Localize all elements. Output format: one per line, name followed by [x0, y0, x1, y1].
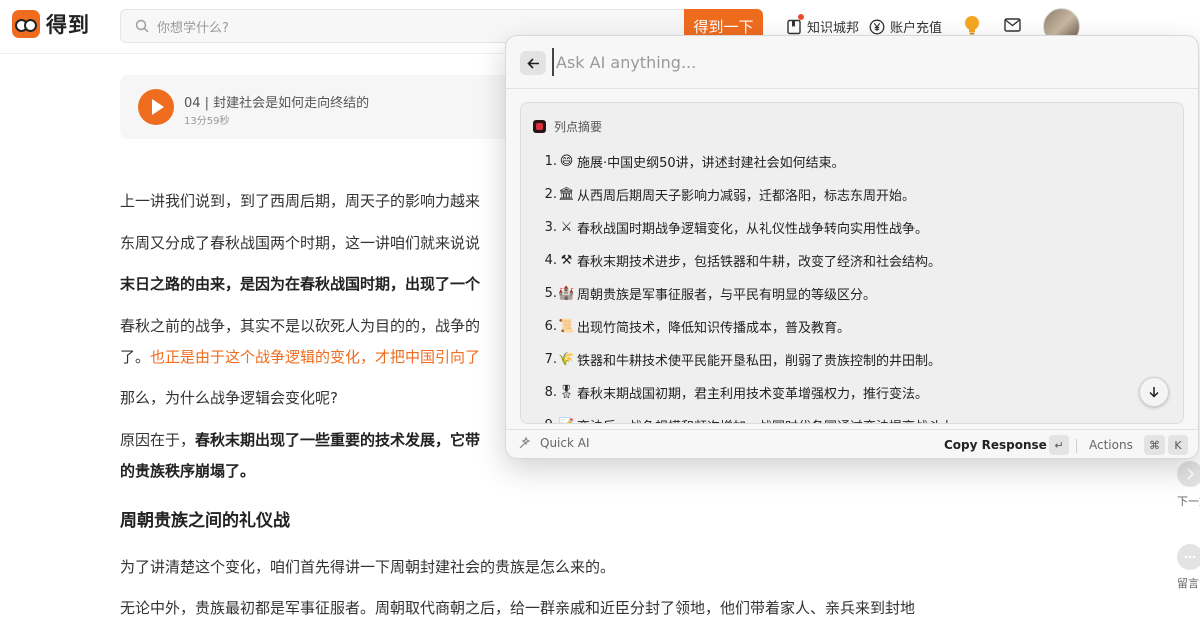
play-button[interactable] — [138, 89, 174, 125]
ai-assistant-panel: 列点摘要 1.😄施展·中国史纲50讲，讲述封建社会如何结束。 2.🏛从西周后期周… — [505, 35, 1199, 459]
audio-player-card[interactable]: 04 | 封建社会是如何走向终结的 13分59秒 — [120, 75, 530, 139]
summary-item: 6. 📜 出现竹简技术，降低知识传播成本，普及教育。 — [541, 310, 967, 343]
summary-item: 3. ⚔ 春秋战国时期战争逻辑变化，从礼仪性战争转向实用性战争。 — [541, 211, 967, 244]
item-text: 出现竹简技术，降低知识传播成本，普及教育。 — [577, 321, 851, 336]
item-text: 从西周后期周天子影响力减弱，迁都洛阳，标志东周开始。 — [577, 189, 916, 204]
bold-text: 春秋末期出现了一些重要的技术发展，它带 — [195, 431, 481, 449]
memo-emoji-icon: 📝 — [558, 418, 575, 423]
item-text: 变法后，战争规模和频次增加，战国时代各国通过变法提高战斗力。 — [577, 416, 967, 423]
logo-text: 得到 — [46, 13, 90, 37]
summary-item: 1. 😄 施展·中国史纲50讲，讲述封建社会如何结束。 — [541, 145, 967, 178]
nav-label: 知识城邦 — [807, 21, 860, 36]
search-icon — [135, 19, 149, 33]
ai-panel-footer: Quick AI Copy Response ↵ Actions ⌘ K — [506, 429, 1198, 458]
text-run: 了。 — [120, 348, 151, 366]
arrow-down-icon — [1149, 387, 1159, 398]
ask-ai-input[interactable] — [552, 48, 1152, 76]
summary-item: 4. ⚒ 春秋末期技术进步，包括铁器和牛耕，改变了经济和社会结构。 — [541, 244, 967, 277]
item-number: 1. — [544, 154, 557, 169]
hammer-pick-emoji-icon: ⚒ — [560, 253, 573, 268]
yuan-icon — [869, 19, 885, 34]
scroll-down-button[interactable] — [1139, 377, 1169, 407]
divider — [506, 88, 1198, 89]
summary-item: 9.📝变法后，战争规模和频次增加，战国时代各国通过变法提高战斗力。 — [541, 409, 967, 423]
nav-recharge[interactable]: 账户充值 — [869, 17, 942, 36]
rice-emoji-icon: 🌾 — [558, 352, 575, 367]
article-paragraph: 东周又分成了春秋战国两个时期，这一讲咱们就来说说 — [120, 234, 481, 252]
item-text: 春秋战国时期战争逻辑变化，从礼仪性战争转向实用性战争。 — [577, 222, 929, 237]
item-text: 春秋末期技术进步，包括铁器和牛耕，改变了经济和社会结构。 — [577, 255, 942, 270]
summary-item: 5. 🏰 周朝贵族是军事征服者，与平民有明显的等级区分。 — [541, 277, 967, 310]
article-paragraph: 那么，为什么战争逻辑会变化呢? — [120, 389, 338, 407]
item-text: 周朝贵族是军事征服者，与平民有明显的等级区分。 — [577, 288, 877, 303]
copy-response-button[interactable]: Copy Response — [944, 438, 1047, 452]
audio-duration: 13分59秒 — [184, 116, 230, 127]
comment-icon — [1184, 555, 1196, 559]
arrow-left-icon — [526, 57, 539, 69]
summary-item: 2. 🏛 从西周后期周天子影响力减弱，迁都洛阳，标志东周开始。 — [541, 178, 967, 211]
owl-logo-icon — [12, 10, 40, 38]
castle-emoji-icon: 🏰 — [558, 286, 575, 301]
summary-app-icon — [533, 120, 546, 133]
item-number: 6. — [544, 319, 557, 334]
grin-emoji-icon: 😄 — [559, 154, 574, 169]
sparkle-wand-icon — [519, 436, 531, 449]
article-paragraph: 春秋之前的战争，其实不是以砍死人为目的的，战争的 — [120, 317, 481, 335]
item-number: 9. — [541, 418, 557, 423]
article-paragraph: 为了讲清楚这个变化，咱们首先得讲一下周朝封建社会的贵族是怎么来的。 — [120, 558, 616, 576]
quick-ai-label: Quick AI — [518, 436, 590, 450]
text-run: 原因在于， — [120, 431, 196, 449]
crossed-swords-emoji-icon: ⚔ — [560, 220, 573, 235]
response-header: 列点摘要 — [533, 118, 602, 135]
scroll-emoji-icon: 📜 — [558, 319, 575, 334]
nav-label: 账户充值 — [890, 21, 943, 36]
actions-button[interactable]: Actions — [1089, 438, 1133, 452]
item-number: 8. — [544, 385, 557, 400]
comment-button[interactable] — [1177, 544, 1200, 570]
item-text: 铁器和牛耕技术使平民能开垦私田，削弱了贵族控制的井田制。 — [577, 354, 942, 369]
article-paragraph: 了。也正是由于这个战争逻辑的变化，才把中国引向了 — [120, 346, 480, 367]
classical-building-emoji-icon: 🏛 — [558, 187, 575, 202]
article-paragraph-bold: 末日之路的由来，是因为在春秋战国时期，出现了一个 — [120, 275, 481, 293]
article-paragraph: 原因在于，春秋末期出现了一些重要的技术发展，它带 — [120, 429, 480, 450]
summary-item: 7. 🌾 铁器和牛耕技术使平民能开垦私田，削弱了贵族控制的井田制。 — [541, 343, 967, 376]
quick-ai-text: Quick AI — [540, 436, 590, 450]
next-chapter-label: 下一篇 — [1177, 495, 1200, 508]
logo[interactable]: 得到 — [12, 9, 90, 39]
notification-dot — [798, 13, 804, 20]
article-paragraph-bold: 的贵族秩序崩塌了。 — [120, 462, 256, 480]
nav-knowledge-city[interactable]: 知识城邦 — [786, 13, 860, 36]
next-chapter-button[interactable] — [1177, 461, 1200, 487]
article-paragraph: 上一讲我们说到，到了西周后期，周天子的影响力越来 — [120, 192, 481, 210]
highlighted-text: 也正是由于这个战争逻辑的变化，才把中国引向了 — [150, 348, 481, 366]
item-number: 3. — [544, 220, 557, 235]
section-heading: 周朝贵族之间的礼仪战 — [120, 511, 290, 531]
item-number: 7. — [544, 352, 557, 367]
item-number: 4. — [544, 253, 557, 268]
lightbulb-icon[interactable] — [963, 15, 981, 37]
item-number: 5. — [544, 286, 557, 301]
comment-label: 留言 — [1177, 577, 1199, 590]
audio-title: 04 | 封建社会是如何走向终结的 — [184, 96, 370, 111]
back-button[interactable] — [520, 51, 546, 75]
article-paragraph: 无论中外，贵族最初都是军事征服者。周朝取代商朝之后，给一群亲戚和近臣分封了领地，… — [120, 599, 916, 617]
divider — [1076, 439, 1077, 453]
ai-response-box[interactable]: 列点摘要 1. 😄 施展·中国史纲50讲，讲述封建社会如何结束。 2. 🏛 从西周后期周… — [520, 102, 1184, 424]
k-key-badge: K — [1168, 435, 1188, 455]
enter-key-badge: ↵ — [1049, 435, 1069, 455]
medal-emoji-icon: 🎖 — [558, 385, 575, 400]
book-icon — [787, 19, 801, 34]
item-text: 施展·中国史纲50讲，讲述封建社会如何结束。 — [577, 156, 845, 171]
summary-item: 8. 🎖 春秋末期战国初期，君主利用技术变革增强权力，推行变法。 — [541, 376, 967, 409]
item-number: 2. — [544, 187, 557, 202]
mail-icon[interactable] — [1004, 18, 1021, 32]
search-input[interactable]: 你想学什么? — [157, 17, 229, 36]
chevron-right-icon — [1187, 468, 1195, 480]
summary-list: 1. 😄 施展·中国史纲50讲，讲述封建社会如何结束。 2. 🏛 从西周后期周天子影响力… — [541, 145, 967, 423]
response-section-label: 列点摘要 — [554, 120, 603, 134]
command-key-badge: ⌘ — [1144, 435, 1165, 455]
item-text: 春秋末期战国初期，君主利用技术变革增强权力，推行变法。 — [577, 387, 929, 402]
